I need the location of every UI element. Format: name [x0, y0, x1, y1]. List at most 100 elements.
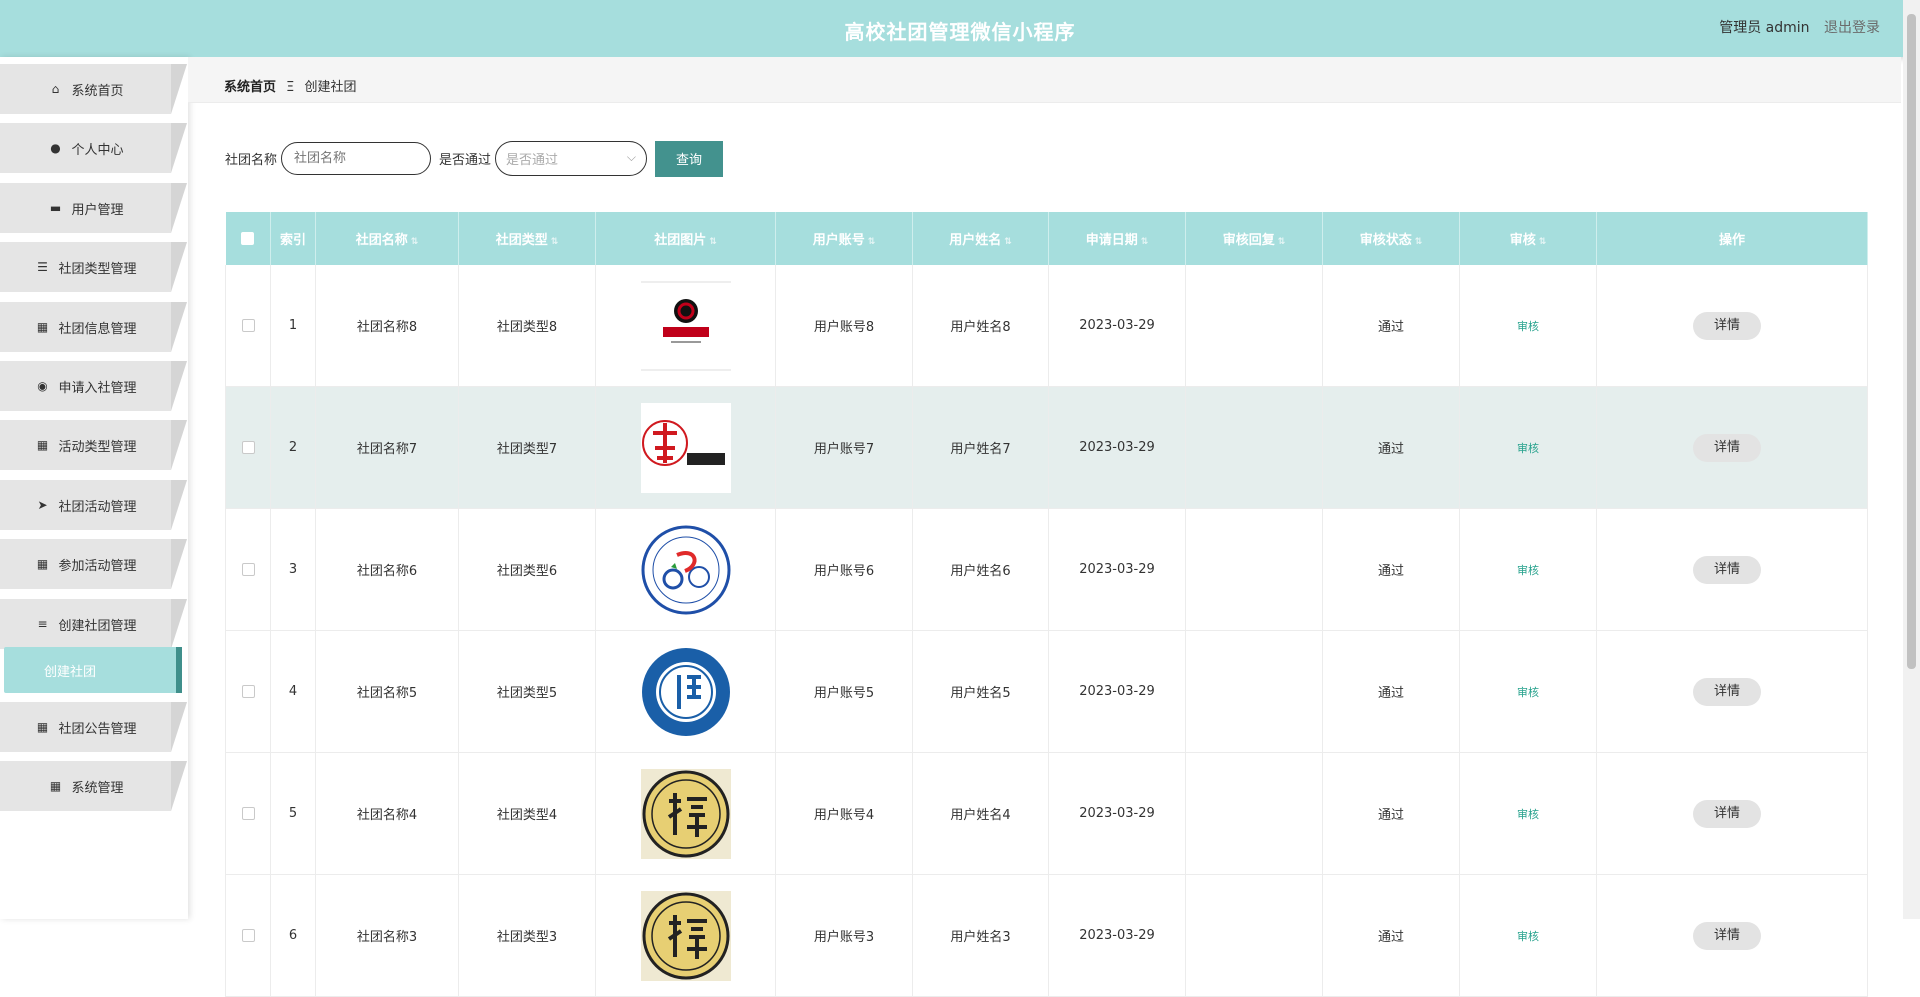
- grid-icon: ▦: [49, 779, 62, 793]
- tab-edge: [171, 302, 187, 352]
- column-header[interactable]: 审核 ⇅: [1459, 212, 1597, 265]
- audit-link[interactable]: 审核: [1517, 564, 1539, 577]
- column-header[interactable]: 申请日期 ⇅: [1048, 212, 1186, 265]
- row-checkbox[interactable]: [241, 441, 255, 454]
- cell-club-name: 社团名称8: [315, 265, 459, 387]
- pass-status-select[interactable]: 是否通过 ⌵: [495, 141, 648, 176]
- grid-icon: ▦: [36, 720, 49, 734]
- sort-icon[interactable]: ⇅: [1004, 237, 1012, 247]
- tab-edge: [171, 361, 187, 411]
- row-checkbox[interactable]: [241, 319, 255, 332]
- cell-club-name: 社团名称3: [315, 874, 459, 997]
- sidebar-item-home[interactable]: ⌂ 系统首页: [0, 64, 187, 114]
- sidebar-item-label: 系统首页: [71, 83, 124, 99]
- tab-edge: [171, 183, 187, 233]
- drama-society-logo: [640, 280, 731, 371]
- audit-link[interactable]: 审核: [1517, 930, 1539, 943]
- row-checkbox[interactable]: [241, 929, 255, 942]
- detail-button[interactable]: 详情: [1693, 555, 1761, 584]
- sort-icon[interactable]: ⇅: [411, 237, 419, 247]
- sidebar-item-system[interactable]: ▦ 系统管理: [0, 761, 187, 811]
- cell-index: 1: [270, 265, 316, 387]
- detail-button[interactable]: 详情: [1693, 311, 1761, 340]
- cell-user-name: 用户姓名6: [912, 508, 1049, 631]
- sidebar-item-club-types[interactable]: ☰ 社团类型管理: [0, 242, 187, 292]
- sidebar-item-label: 用户管理: [71, 202, 124, 218]
- sort-icon[interactable]: ⇅: [1141, 237, 1149, 247]
- sort-icon[interactable]: ⇅: [709, 237, 717, 247]
- sidebar-item-create-club-mgmt[interactable]: ≡ 创建社团管理: [0, 599, 187, 649]
- sidebar-item-label: 社团类型管理: [58, 261, 137, 277]
- cell-user-account: 用户账号8: [775, 265, 913, 387]
- column-header[interactable]: 用户账号 ⇅: [775, 212, 913, 265]
- query-button[interactable]: 查询: [655, 140, 724, 177]
- tab-edge: [171, 599, 187, 649]
- club-name-input[interactable]: [281, 142, 432, 175]
- sidebar-item-club-activities[interactable]: ➤ 社团活动管理: [0, 480, 187, 530]
- audit-link[interactable]: 审核: [1517, 442, 1539, 455]
- sidebar-subitem-create-club[interactable]: 创建社团: [4, 647, 182, 693]
- detail-button[interactable]: 详情: [1693, 677, 1761, 706]
- cell-audit-reply: [1185, 386, 1323, 509]
- tab-edge: [171, 242, 187, 292]
- user-area: 管理员 admin 退出登录: [1719, 17, 1880, 37]
- table-row: 1 社团名称8 社团类型8 用户账号8 用户姓名8 2023-03-29 通过 …: [225, 265, 1868, 387]
- column-header[interactable]: 用户姓名 ⇅: [912, 212, 1049, 265]
- cell-club-type: 社团类型3: [458, 874, 596, 997]
- sidebar-item-activity-types[interactable]: ▦ 活动类型管理: [0, 420, 187, 470]
- column-header[interactable]: 社团类型 ⇅: [458, 212, 596, 265]
- paper-plane-icon: ➤: [37, 498, 48, 512]
- logout-link[interactable]: 退出登录: [1824, 20, 1880, 36]
- sidebar-item-join-requests[interactable]: ◉ 申请入社管理: [0, 361, 187, 411]
- sidebar-item-users[interactable]: ▬ 用户管理: [0, 183, 187, 233]
- row-checkbox[interactable]: [241, 685, 255, 698]
- cell-audit-status: 通过: [1322, 386, 1460, 509]
- sidebar-item-profile[interactable]: ● 个人中心: [0, 123, 187, 173]
- location-pin-icon: ◉: [37, 379, 48, 393]
- row-checkbox[interactable]: [241, 563, 255, 576]
- detail-button[interactable]: 详情: [1693, 433, 1761, 462]
- sidebar-item-join-activities[interactable]: ▦ 参加活动管理: [0, 539, 187, 589]
- sidebar-item-club-info[interactable]: ▦ 社团信息管理: [0, 302, 187, 352]
- chess-club-logo: [640, 890, 731, 981]
- cell-apply-date: 2023-03-29: [1048, 874, 1186, 997]
- audit-link[interactable]: 审核: [1517, 686, 1539, 699]
- cell-user-name: 用户姓名7: [912, 386, 1049, 509]
- sidebar-item-label: 系统管理: [71, 780, 124, 796]
- vertical-scrollbar[interactable]: [1903, 0, 1920, 919]
- sort-icon[interactable]: ⇅: [1539, 237, 1547, 247]
- cycling-club-logo: [640, 524, 731, 615]
- breadcrumb-separator: Ξ: [286, 80, 295, 95]
- breadcrumb-home[interactable]: 系统首页: [224, 80, 276, 95]
- detail-button[interactable]: 详情: [1693, 799, 1761, 828]
- cell-audit-reply: [1185, 265, 1323, 387]
- select-all-checkbox[interactable]: [241, 232, 255, 245]
- table-row: 4 社团名称5 社团类型5 用户账号5 用户姓名5 2023-03-29 通过 …: [225, 630, 1868, 753]
- audit-link[interactable]: 审核: [1517, 320, 1539, 333]
- sort-icon[interactable]: ⇅: [1278, 237, 1286, 247]
- cell-user-name: 用户姓名4: [912, 752, 1049, 875]
- sidebar-item-announcements[interactable]: ▦ 社团公告管理: [0, 702, 187, 752]
- tab-edge: [171, 702, 187, 752]
- row-checkbox[interactable]: [241, 807, 255, 820]
- cell-index: 3: [270, 508, 316, 631]
- cell-club-type: 社团类型6: [458, 508, 596, 631]
- column-header: 操作: [1596, 212, 1868, 265]
- sort-icon[interactable]: ⇅: [1415, 237, 1423, 247]
- audit-link[interactable]: 审核: [1517, 808, 1539, 821]
- grid-icon: ▦: [36, 557, 49, 571]
- cell-club-name: 社团名称5: [315, 630, 459, 753]
- sort-icon[interactable]: ⇅: [551, 237, 559, 247]
- detail-button[interactable]: 详情: [1693, 921, 1761, 950]
- pass-status-placeholder: 是否通过: [506, 153, 559, 168]
- breadcrumb: 系统首页 Ξ 创建社团: [224, 76, 357, 95]
- column-header[interactable]: 审核状态 ⇅: [1322, 212, 1460, 265]
- scrollbar-thumb[interactable]: [1907, 14, 1916, 669]
- sidebar-item-label: 社团活动管理: [58, 499, 137, 515]
- header-select-all[interactable]: [225, 212, 271, 265]
- breadcrumb-bar: 系统首页 Ξ 创建社团: [188, 57, 1901, 103]
- column-header[interactable]: 审核回复 ⇅: [1185, 212, 1323, 265]
- sort-icon[interactable]: ⇅: [868, 237, 876, 247]
- column-header[interactable]: 社团名称 ⇅: [315, 212, 459, 265]
- column-header[interactable]: 社团图片 ⇅: [595, 212, 776, 265]
